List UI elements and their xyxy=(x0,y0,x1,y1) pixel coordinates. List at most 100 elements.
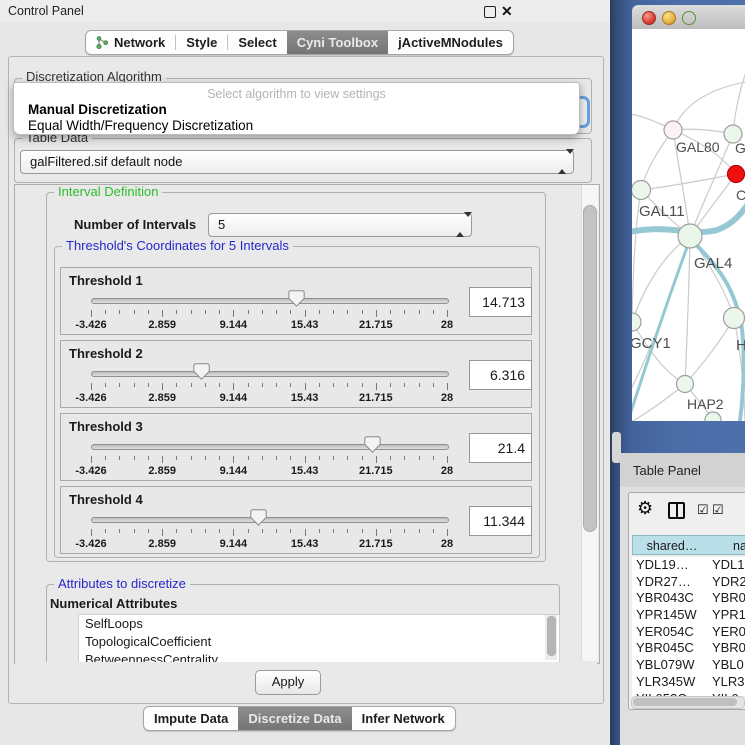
tab-infer-network[interactable]: Infer Network xyxy=(352,707,455,730)
threshold-value-field[interactable]: 11.344 xyxy=(469,506,532,536)
table-row[interactable]: YBR045CYBR0 xyxy=(632,640,745,657)
table-cell: YPR1 xyxy=(709,607,745,624)
attributes-list-scrollbar-thumb[interactable] xyxy=(547,616,556,656)
checkbox-icon[interactable]: ☑ xyxy=(697,502,709,518)
zoom-traffic-light[interactable] xyxy=(682,11,696,25)
threshold-list: Threshold 1 -3.4262.8599.14415.4321.71528… xyxy=(60,267,534,559)
svg-text:GAL11: GAL11 xyxy=(639,203,685,220)
node-h[interactable] xyxy=(724,308,745,329)
table-data-combobox[interactable]: galFiltered.sif default node xyxy=(20,150,574,174)
threshold-panel: Threshold 4-3.4262.8599.14415.4321.71528… xyxy=(60,486,532,554)
tab-cyni-toolbox[interactable]: Cyni Toolbox xyxy=(287,31,388,54)
table-row[interactable]: YDR27…YDR2 xyxy=(632,574,745,591)
slider-tick-labels: -3.4262.8599.14415.4321.71528 xyxy=(91,319,447,331)
slider-track[interactable] xyxy=(91,444,449,450)
numerical-attributes-label: Numerical Attributes xyxy=(50,596,177,611)
combo-stepper-icon xyxy=(456,214,464,236)
table-cell: YBR043C xyxy=(632,590,709,607)
node-hap2[interactable] xyxy=(677,376,694,393)
tab-select[interactable]: Select xyxy=(228,31,286,54)
number-of-intervals-label: Number of Intervals xyxy=(74,217,196,232)
table-cell: YER0 xyxy=(709,624,745,641)
threshold-title: Threshold 2 xyxy=(69,346,143,361)
node-gal80[interactable] xyxy=(664,121,682,139)
threshold-value-field[interactable]: 21.4 xyxy=(469,433,532,463)
svg-text:GA: GA xyxy=(735,140,745,156)
screen: Control Panel ✕ Network Style Select Cyn… xyxy=(0,0,745,745)
slider-ticks xyxy=(91,383,447,391)
svg-text:GCY1: GCY1 xyxy=(632,335,671,352)
threshold-value-field[interactable]: 14.713 xyxy=(469,287,532,317)
node-partial[interactable] xyxy=(705,412,721,421)
table-row[interactable]: YDL19…YDL1 xyxy=(632,557,745,574)
table-cell: YDR27… xyxy=(632,574,709,591)
slider-tick-labels: -3.4262.8599.14415.4321.71528 xyxy=(91,538,447,550)
table-cell: YBL079W xyxy=(632,657,709,674)
threshold-panel: Threshold 2-3.4262.8599.14415.4321.71528… xyxy=(60,340,532,408)
slider-thumb[interactable] xyxy=(250,509,267,526)
table-cell: YDL19… xyxy=(632,557,709,574)
table-row[interactable]: YBR043CYBR0 xyxy=(632,590,745,607)
svg-text:C: C xyxy=(736,187,745,203)
close-traffic-light[interactable] xyxy=(642,11,656,25)
node-gal4[interactable] xyxy=(678,224,702,248)
node-gal11[interactable] xyxy=(632,181,651,200)
column-header-shared[interactable]: shared… xyxy=(632,535,711,555)
tab-discretize-data[interactable]: Discretize Data xyxy=(238,707,351,730)
numerical-attributes-list: SelfLoopsTopologicalCoefficientBetweenne… xyxy=(78,614,560,663)
apply-button[interactable]: Apply xyxy=(255,670,321,695)
network-icon xyxy=(96,35,109,50)
attribute-item[interactable]: SelfLoops xyxy=(79,615,559,633)
close-icon[interactable]: ✕ xyxy=(501,3,513,20)
checkbox-icon[interactable]: ☑ xyxy=(712,502,724,518)
slider-ticks xyxy=(91,456,447,464)
slider-track[interactable] xyxy=(91,517,449,523)
vertical-scrollbar-thumb[interactable] xyxy=(583,205,597,532)
horizontal-scrollbar-thumb[interactable] xyxy=(633,698,737,706)
bottom-tab-bar: Impute Data Discretize Data Infer Networ… xyxy=(143,706,456,731)
columns-icon[interactable] xyxy=(668,502,685,519)
slider-track[interactable] xyxy=(91,371,449,377)
dropdown-option-manual[interactable]: Manual Discretization xyxy=(28,102,167,117)
tab-jactivemnodules[interactable]: jActiveMNodules xyxy=(388,31,513,54)
table-cell: YBR0 xyxy=(709,590,745,607)
tab-style[interactable]: Style xyxy=(176,31,227,54)
table-row[interactable]: YPR145WYPR1 xyxy=(632,607,745,624)
gear-icon[interactable]: ⚙ xyxy=(637,498,653,519)
table-panel-titlebar: Table Panel xyxy=(620,453,745,488)
slider-ticks xyxy=(91,529,447,537)
slider-thumb[interactable] xyxy=(193,363,210,380)
table-cell: YLR345W xyxy=(632,674,709,691)
network-graph: GAL80 GA C GAL11 GAL4 GCY1 H HAP2 xyxy=(632,29,745,421)
table-header-row: shared… na xyxy=(632,535,745,555)
interval-definition-label: Interval Definition xyxy=(54,185,162,199)
slider-tick-labels: -3.4262.8599.14415.4321.71528 xyxy=(91,465,447,477)
dropdown-option-equal-width[interactable]: Equal Width/Frequency Discretization xyxy=(28,118,253,133)
float-window-icon[interactable] xyxy=(484,6,496,18)
table-cell: YER054C xyxy=(632,624,709,641)
top-tab-bar: Network Style Select Cyni Toolbox jActiv… xyxy=(85,30,514,55)
slider-thumb[interactable] xyxy=(364,436,381,453)
panel-title: Control Panel xyxy=(8,4,84,18)
threshold-title: Threshold 1 xyxy=(69,273,143,288)
table-cell: YDR2 xyxy=(709,574,745,591)
table-row[interactable]: YLR345WYLR3 xyxy=(632,674,745,691)
combo-stepper-icon xyxy=(558,151,566,173)
table-row[interactable]: YER054CYER0 xyxy=(632,624,745,641)
threshold-value-field[interactable]: 6.316 xyxy=(469,360,532,390)
number-of-intervals-combobox[interactable]: 5 xyxy=(208,213,472,237)
column-header-name[interactable]: na xyxy=(711,535,745,555)
node-red-selected[interactable] xyxy=(728,166,745,183)
network-view-canvas[interactable]: GAL80 GA C GAL11 GAL4 GCY1 H HAP2 xyxy=(632,29,745,421)
tab-network[interactable]: Network xyxy=(86,31,175,54)
node-gcy1[interactable] xyxy=(632,313,641,331)
table-cell: YLR3 xyxy=(709,674,745,691)
minimize-traffic-light[interactable] xyxy=(662,11,676,25)
slider-thumb[interactable] xyxy=(288,290,305,307)
table-row[interactable]: YBL079WYBL0 xyxy=(632,657,745,674)
tab-impute-data[interactable]: Impute Data xyxy=(144,707,238,730)
threshold-panel: Threshold 3-3.4262.8599.14415.4321.71528… xyxy=(60,413,532,481)
attribute-item[interactable]: TopologicalCoefficient xyxy=(79,633,559,651)
dropdown-hint: Select algorithm to view settings xyxy=(14,87,579,101)
slider-track[interactable] xyxy=(91,298,449,304)
